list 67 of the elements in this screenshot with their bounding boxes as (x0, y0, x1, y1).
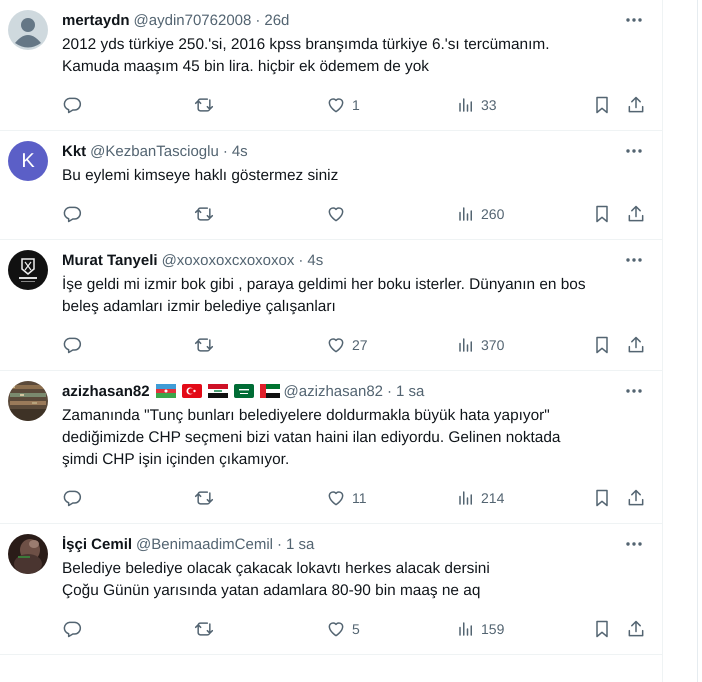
like-icon[interactable] (326, 335, 346, 355)
more-icon[interactable] (626, 389, 642, 393)
club-logo-avatar-icon[interactable] (8, 250, 48, 290)
like-count: 11 (352, 490, 367, 506)
separator-dot: · (298, 252, 304, 268)
post-time[interactable]: 1 sa (286, 536, 314, 552)
share-icon[interactable] (626, 204, 646, 224)
flag-icon (156, 384, 176, 398)
flag-icon (234, 384, 254, 398)
flag-icon (182, 384, 202, 398)
like-icon[interactable] (326, 488, 346, 508)
like-count: 27 (352, 337, 368, 353)
flag-icon (208, 384, 228, 398)
view-count: 370 (481, 337, 504, 353)
user-handle[interactable]: @azizhasan82 (284, 382, 384, 400)
avatar-icon[interactable] (8, 10, 48, 50)
separator-dot: · (387, 382, 392, 400)
more-icon[interactable] (626, 18, 642, 22)
view-count: 33 (481, 97, 497, 113)
post-time[interactable]: 4s (307, 252, 324, 268)
post-text: Belediye belediye olacak çakacak lokavtı herkes alacak dersini Çoğu Günün yarısında yatan adamlara 80-90 bin maaş ne aq (62, 559, 491, 601)
like-count: 1 (352, 97, 360, 113)
like-icon[interactable] (326, 95, 346, 115)
user-name[interactable]: azizhasan82 (62, 382, 150, 400)
bar-chart-icon[interactable] (457, 620, 475, 638)
view-count: 159 (481, 621, 504, 637)
bar-chart-icon[interactable] (457, 96, 475, 114)
user-name[interactable]: mertaydn (62, 12, 130, 28)
user-name[interactable]: Murat Tanyeli (62, 252, 158, 268)
like-icon[interactable] (326, 619, 346, 639)
user-handle[interactable]: @BenimaadimCemil (136, 536, 273, 552)
share-icon[interactable] (626, 335, 646, 355)
user-name[interactable]: Kkt (62, 142, 86, 160)
avatar-letter[interactable]: K (8, 141, 48, 181)
share-icon[interactable] (626, 619, 646, 639)
more-icon[interactable] (626, 258, 642, 262)
reply-icon[interactable] (62, 619, 82, 639)
post-text: İşe geldi mi izmir bok gibi , paraya geldimi her boku isterler. Dünyanın en bos beleş adamları izmir belediye çalışanları (62, 274, 587, 317)
separator-dot: · (276, 536, 282, 552)
post-time[interactable]: 4s (232, 142, 248, 160)
like-count: 5 (352, 621, 360, 637)
reply-icon[interactable] (62, 204, 82, 224)
reply-icon[interactable] (62, 95, 82, 115)
like-icon[interactable] (326, 204, 346, 224)
post-text: 2012 yds türkiye 250.'si, 2016 kpss branşımda türkiye 6.'sı tercümanım. Kamuda maaşım 45 bin lira. hiçbir ek ödemem de yok (62, 35, 550, 77)
view-count: 260 (481, 206, 504, 222)
user-handle[interactable]: @aydin70762008 (134, 12, 252, 28)
post-time[interactable]: 26d (264, 12, 290, 28)
more-icon[interactable] (626, 149, 642, 153)
separator-dot: · (255, 12, 260, 28)
post-text: Zamanında "Tunç bunları belediyelere doldurmakla büyük hata yapıyor" dediğimizde CHP seçmeni bizi vatan haini ilan ediyordu. Gelinen noktada şimdi CHP işin içinden çıkamıyor. (62, 406, 562, 470)
user-handle[interactable]: @KezbanTascioglu (90, 142, 219, 160)
post-text: Bu eylemi kimseye haklı göstermez siniz (62, 166, 340, 186)
flag-icon (260, 384, 280, 398)
share-icon[interactable] (626, 95, 646, 115)
reply-icon[interactable] (62, 488, 82, 508)
bar-chart-icon[interactable] (457, 205, 475, 223)
separator-dot: · (222, 142, 228, 160)
reply-icon[interactable] (62, 335, 82, 355)
user-handle[interactable]: @xoxoxoxcxoxoxox (162, 252, 294, 268)
view-count: 214 (481, 490, 504, 506)
user-name[interactable]: İşçi Cemil (62, 536, 132, 552)
bar-chart-icon[interactable] (457, 336, 475, 354)
post-time[interactable]: 1 sa (396, 382, 424, 400)
share-icon[interactable] (626, 488, 646, 508)
more-icon[interactable] (626, 542, 642, 546)
bar-chart-icon[interactable] (457, 489, 475, 507)
